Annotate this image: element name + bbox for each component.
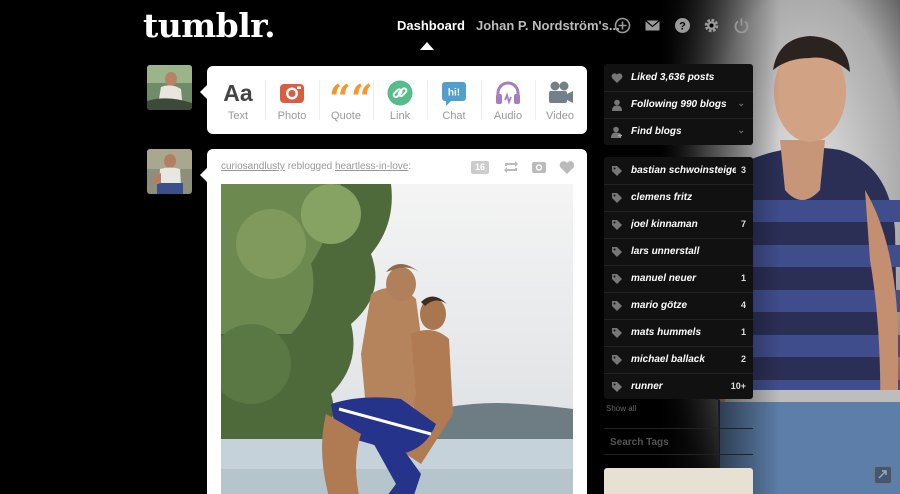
post-header: curiosandlusty reblogged heartless-in-lo… [221, 161, 411, 172]
reblog-icon[interactable] [502, 159, 520, 175]
tumblr-logo[interactable]: tumblr. [143, 6, 276, 45]
tag-item[interactable]: mario götze 4 [604, 292, 753, 319]
post-type-photo[interactable]: Photo [265, 66, 319, 134]
new-post-icon[interactable] [614, 17, 631, 34]
heart-icon [611, 72, 623, 84]
nav-user-blog[interactable]: Johan P. Nordström's... [476, 18, 620, 33]
tag-item[interactable]: joel kinnaman 7 [604, 211, 753, 238]
post-type-video[interactable]: Video [533, 66, 587, 134]
inbox-icon[interactable] [644, 17, 661, 34]
svg-text:?: ? [679, 21, 686, 33]
tag-icon [611, 354, 623, 366]
tag-item[interactable]: manuel neuer 1 [604, 265, 753, 292]
sidebar-liked[interactable]: Liked 3,636 posts [604, 64, 753, 91]
search-tags-placeholder: Search Tags [610, 437, 669, 448]
source-link[interactable]: heartless-in-love [335, 161, 408, 172]
sidebar-stats: Liked 3,636 posts Following 990 blogs ⌄ … [604, 64, 753, 145]
tag-icon [611, 273, 623, 285]
avatar[interactable] [147, 149, 192, 194]
chat-icon: hi! [440, 79, 468, 107]
text-icon: Aa [223, 80, 253, 106]
person-icon [611, 99, 623, 111]
tag-icon [611, 165, 623, 177]
show-all-tags-link[interactable]: Show all [606, 404, 636, 413]
sidebar-tracked-tags: bastian schwoinsteiger 3 clemens fritz j… [604, 157, 753, 399]
search-tags-input[interactable]: Search Tags [604, 428, 753, 455]
tag-icon [611, 381, 623, 393]
post-type-text[interactable]: Aa Text [211, 66, 265, 134]
tag-item[interactable]: clemens fritz [604, 184, 753, 211]
composer-notch [200, 85, 207, 99]
post-type-quote[interactable]: ““ Quote [319, 66, 373, 134]
sidebar-find-blogs[interactable]: Find blogs ⌄ [604, 118, 753, 145]
active-nav-caret [420, 42, 434, 50]
camera-icon[interactable] [530, 159, 548, 175]
reblogged-text: reblogged [287, 161, 333, 172]
link-icon [386, 79, 414, 107]
tag-icon [611, 192, 623, 204]
post-composer: Aa Text Photo ““ Quote Link hi! Chat Aud… [207, 66, 587, 134]
post-photo[interactable] [221, 184, 573, 494]
post-type-chat[interactable]: hi! Chat [427, 66, 481, 134]
tag-item[interactable]: mats hummels 1 [604, 319, 753, 346]
avatar[interactable] [147, 65, 192, 110]
settings-icon[interactable] [703, 17, 720, 34]
svg-text:hi!: hi! [448, 88, 460, 99]
tag-icon [611, 327, 623, 339]
source-suffix: : [408, 161, 412, 172]
tag-icon [611, 219, 623, 231]
power-icon[interactable] [733, 17, 750, 34]
camera-icon [278, 79, 306, 107]
tag-icon [611, 246, 623, 258]
quote-icon: ““ [329, 76, 373, 121]
nav-dashboard[interactable]: Dashboard [397, 18, 465, 33]
share-icon[interactable] [874, 466, 892, 484]
chevron-down-icon: ⌄ [737, 98, 745, 108]
video-camera-icon [546, 79, 574, 107]
tag-icon [611, 300, 623, 312]
tag-item[interactable]: bastian schwoinsteiger 3 [604, 157, 753, 184]
sidebar-following[interactable]: Following 990 blogs ⌄ [604, 91, 753, 118]
reblogger-link[interactable]: curiosandlusty [221, 161, 285, 172]
notes-count-badge[interactable]: 16 [471, 161, 489, 174]
sidebar-card [604, 468, 753, 494]
tag-item[interactable]: michael ballack 2 [604, 346, 753, 373]
tag-item[interactable]: runner 10+ [604, 373, 753, 400]
post-notch [200, 168, 207, 182]
post-type-audio[interactable]: Audio [481, 66, 535, 134]
dashboard-post: curiosandlusty reblogged heartless-in-lo… [207, 149, 587, 494]
tag-item[interactable]: lars unnerstall [604, 238, 753, 265]
help-icon[interactable]: ? [674, 17, 691, 34]
post-type-link[interactable]: Link [373, 66, 427, 134]
add-person-icon [611, 126, 623, 138]
chevron-down-icon: ⌄ [737, 125, 745, 135]
like-heart-icon[interactable] [558, 159, 576, 175]
headphones-icon [494, 79, 522, 107]
